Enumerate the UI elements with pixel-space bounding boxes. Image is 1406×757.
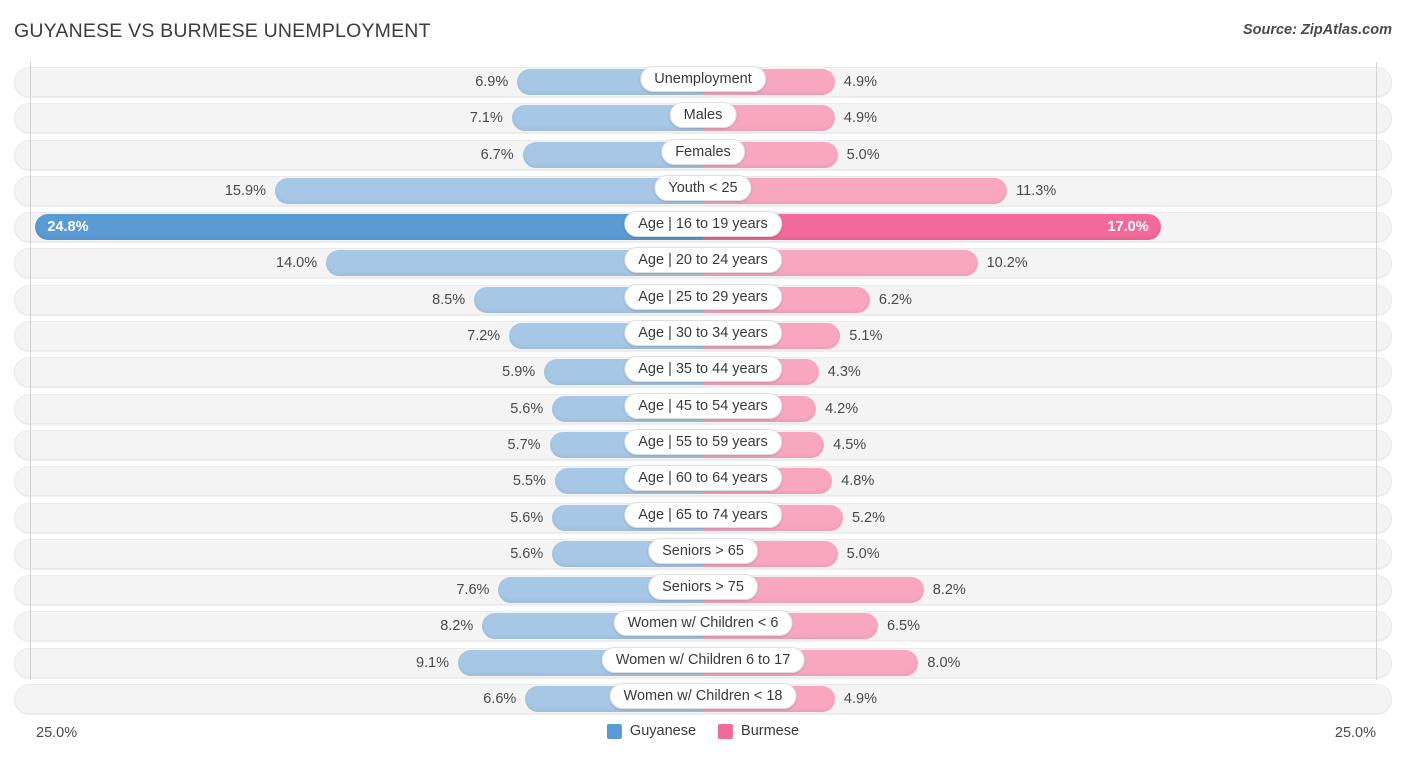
- page-title: GUYANESE VS BURMESE UNEMPLOYMENT: [14, 20, 431, 42]
- bar-value-guyanese: 6.6%: [483, 691, 517, 708]
- bar-value-burmese: 6.2%: [878, 291, 912, 308]
- bar-value-guyanese: 8.2%: [440, 618, 474, 635]
- bar-value-guyanese: 24.8%: [47, 219, 89, 236]
- category-label[interactable]: Age | 16 to 19 years: [624, 211, 782, 238]
- legend-swatch-icon-burmese: [718, 723, 734, 739]
- bar-value-burmese: 4.5%: [833, 436, 867, 453]
- chart-header: GUYANESE VS BURMESE UNEMPLOYMENT Source:…: [0, 0, 1406, 62]
- bar-value-burmese: 11.3%: [1016, 182, 1057, 199]
- bar-value-burmese: 4.2%: [825, 400, 859, 417]
- category-label[interactable]: Women w/ Children < 6: [613, 610, 793, 637]
- bar-value-burmese: 5.2%: [851, 509, 886, 526]
- table-row[interactable]: 5.6% 5.0% Seniors > 65: [0, 537, 1406, 573]
- bar-value-guyanese: 6.9%: [475, 74, 509, 90]
- table-row[interactable]: 5.7% 4.5% Age | 55 to 59 years: [0, 428, 1406, 464]
- category-label[interactable]: Unemployment: [640, 66, 766, 92]
- bar-value-burmese: 4.9%: [843, 691, 877, 708]
- table-row[interactable]: 6.6% 4.9% Women w/ Children < 18: [0, 682, 1406, 718]
- bar-guyanese[interactable]: [274, 177, 703, 204]
- table-row[interactable]: 5.6% 5.2% Age | 65 to 74 years: [0, 501, 1406, 537]
- bar-value-burmese: 8.0%: [927, 654, 961, 671]
- bar-value-guyanese: 5.5%: [512, 473, 546, 490]
- bar-value-guyanese: 7.1%: [469, 110, 503, 127]
- table-row[interactable]: 24.8% 17.0% Age | 16 to 19 years: [0, 210, 1406, 246]
- chart-page: GUYANESE VS BURMESE UNEMPLOYMENT Source:…: [0, 0, 1406, 757]
- category-label[interactable]: Women w/ Children 6 to 17: [601, 646, 805, 673]
- table-row[interactable]: 15.9% 11.3% Youth < 25: [0, 174, 1406, 210]
- table-row[interactable]: 6.7% 5.0% Females: [0, 138, 1406, 174]
- table-row[interactable]: 9.1% 8.0% Women w/ Children 6 to 17: [0, 646, 1406, 682]
- category-label[interactable]: Seniors > 65: [648, 537, 758, 564]
- bar-value-guyanese: 8.5%: [432, 291, 466, 308]
- bar-rows-container: 6.9% 4.9% Unemployment 7.1% 4.9% Males 6.7% 5.0…: [0, 65, 1406, 718]
- legend-item-burmese[interactable]: Burmese: [718, 723, 799, 739]
- category-label[interactable]: Youth < 25: [654, 174, 752, 201]
- bar-value-burmese: 5.1%: [849, 328, 883, 345]
- table-row[interactable]: 7.1% 4.9% Males: [0, 101, 1406, 137]
- category-label[interactable]: Age | 20 to 24 years: [624, 247, 782, 274]
- bar-value-burmese: 4.3%: [827, 364, 861, 381]
- legend-label-guyanese: Guyanese: [629, 723, 697, 739]
- bar-value-guyanese: 5.9%: [502, 364, 536, 381]
- bar-value-guyanese: 7.6%: [456, 582, 490, 599]
- bar-value-burmese: 5.0%: [846, 146, 880, 163]
- table-row[interactable]: 8.5% 6.2% Age | 25 to 29 years: [0, 283, 1406, 319]
- table-row[interactable]: 6.9% 4.9% Unemployment: [0, 65, 1406, 101]
- bar-value-burmese: 17.0%: [1107, 219, 1149, 236]
- bar-value-burmese: 4.8%: [841, 473, 875, 490]
- bar-value-guyanese: 5.6%: [510, 545, 544, 562]
- category-label[interactable]: Seniors > 75: [648, 574, 758, 601]
- bar-value-guyanese: 5.6%: [510, 400, 544, 417]
- category-label[interactable]: Women w/ Children < 18: [609, 683, 797, 710]
- category-label[interactable]: Age | 65 to 74 years: [624, 501, 782, 528]
- category-label[interactable]: Age | 60 to 64 years: [624, 465, 782, 492]
- table-row[interactable]: 14.0% 10.2% Age | 20 to 24 years: [0, 246, 1406, 282]
- chart-footer: 25.0% Guyanese Burmese 25.0%: [0, 717, 1406, 757]
- bar-value-guyanese: 5.7%: [507, 436, 541, 453]
- bar-value-guyanese: 15.9%: [224, 182, 266, 199]
- table-row[interactable]: 5.5% 4.8% Age | 60 to 64 years: [0, 464, 1406, 500]
- source-attribution: Source: ZipAtlas.com: [1242, 22, 1392, 38]
- bar-guyanese[interactable]: [35, 214, 703, 241]
- chart-plot-area: 6.9% 4.9% Unemployment 7.1% 4.9% Males 6.7% 5.0…: [0, 62, 1406, 717]
- table-row[interactable]: 5.6% 4.2% Age | 45 to 54 years: [0, 392, 1406, 428]
- bar-value-guyanese: 14.0%: [276, 255, 318, 272]
- bar-value-burmese: 5.0%: [846, 545, 880, 562]
- axis-line-right: [1376, 62, 1377, 680]
- bar-value-guyanese: 9.1%: [415, 654, 450, 671]
- category-label[interactable]: Age | 25 to 29 years: [624, 283, 782, 310]
- bar-value-guyanese: 6.7%: [480, 146, 514, 163]
- axis-max-right: 25.0%: [1334, 725, 1376, 741]
- legend-swatch-icon-guyanese: [606, 723, 622, 739]
- legend-item-guyanese[interactable]: Guyanese: [606, 723, 697, 739]
- table-row[interactable]: 5.9% 4.3% Age | 35 to 44 years: [0, 355, 1406, 391]
- category-label[interactable]: Females: [661, 138, 745, 165]
- category-label[interactable]: Males: [669, 102, 737, 129]
- table-row[interactable]: 8.2% 6.5% Women w/ Children < 6: [0, 609, 1406, 645]
- table-row[interactable]: 7.2% 5.1% Age | 30 to 34 years: [0, 319, 1406, 355]
- category-label[interactable]: Age | 30 to 34 years: [624, 320, 782, 347]
- axis-max-left: 25.0%: [36, 725, 78, 741]
- axis-line-left: [30, 62, 31, 680]
- bar-value-burmese: 6.5%: [886, 618, 921, 635]
- bar-value-guyanese: 7.2%: [467, 328, 501, 345]
- table-row[interactable]: 7.6% 8.2% Seniors > 75: [0, 573, 1406, 609]
- legend-label-burmese: Burmese: [741, 723, 800, 739]
- bar-value-burmese: 4.9%: [843, 110, 877, 127]
- bar-value-guyanese: 5.6%: [510, 509, 544, 526]
- category-label[interactable]: Age | 55 to 59 years: [624, 428, 782, 455]
- category-label[interactable]: Age | 45 to 54 years: [624, 392, 782, 419]
- bar-value-burmese: 4.9%: [843, 74, 877, 90]
- bar-value-burmese: 8.2%: [932, 582, 966, 599]
- chart-legend: Guyanese Burmese: [606, 723, 799, 739]
- category-label[interactable]: Age | 35 to 44 years: [624, 356, 782, 383]
- bar-value-burmese: 10.2%: [986, 255, 1028, 272]
